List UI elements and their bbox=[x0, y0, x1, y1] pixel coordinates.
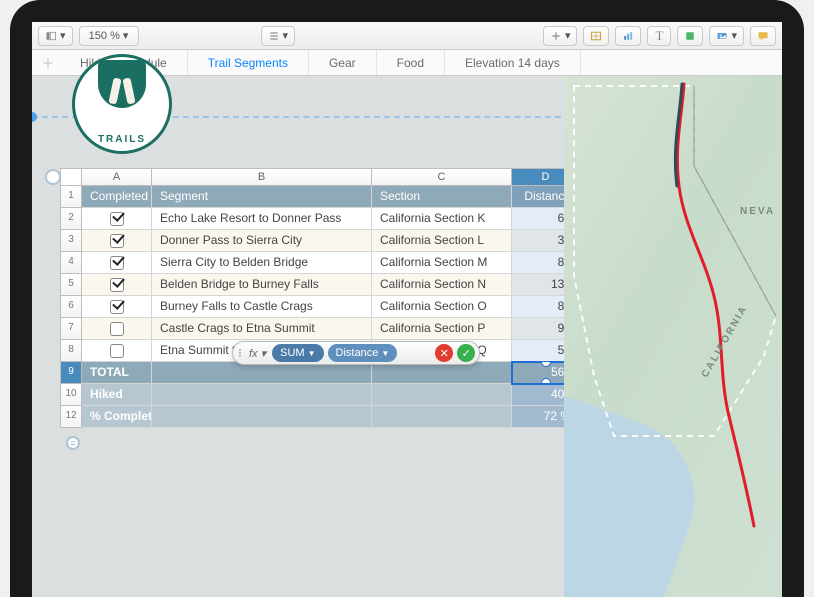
table-row: 3 Donner Pass to Sierra CityCalifornia Se… bbox=[60, 230, 582, 252]
cell-completed[interactable] bbox=[82, 318, 152, 340]
footer-row: 10Hiked406 bbox=[60, 384, 582, 406]
row-number[interactable]: 2 bbox=[60, 208, 82, 230]
cell-segment[interactable]: Castle Crags to Etna Summit bbox=[152, 318, 372, 340]
function-pill[interactable]: SUM▼ bbox=[272, 344, 323, 362]
argument-pill[interactable]: Distance▼ bbox=[328, 344, 398, 362]
cell-section[interactable]: California Section P bbox=[372, 318, 512, 340]
row-number[interactable]: 10 bbox=[60, 384, 82, 406]
footer-spacer[interactable] bbox=[372, 362, 512, 384]
footer-spacer[interactable] bbox=[372, 384, 512, 406]
footer-spacer[interactable] bbox=[152, 406, 372, 428]
sheet-tab-2[interactable]: Gear bbox=[309, 50, 377, 75]
list-style-button[interactable]: ▾ bbox=[261, 26, 296, 46]
checkbox-icon[interactable] bbox=[110, 278, 124, 292]
canvas: TRAILS A B C D 1 Completed Segment Secti… bbox=[32, 76, 782, 597]
row-number[interactable]: 7 bbox=[60, 318, 82, 340]
header-row: 1 Completed Segment Section Distance bbox=[60, 186, 582, 208]
toolbar: ▾ 150 % ▾ ▾ ▾ T ▾ bbox=[32, 22, 782, 50]
sheet-tab-1[interactable]: Trail Segments bbox=[188, 50, 309, 75]
cell-completed[interactable] bbox=[82, 340, 152, 362]
cell-section[interactable]: California Section M bbox=[372, 252, 512, 274]
shape-button[interactable] bbox=[677, 26, 703, 46]
table-row: 7 Castle Crags to Etna SummitCalifornia S… bbox=[60, 318, 582, 340]
trail-route-line bbox=[564, 76, 782, 536]
formula-editor[interactable]: fx ▾ SUM▼ Distance▼ ✕ ✓ bbox=[232, 341, 480, 365]
th-completed[interactable]: Completed bbox=[82, 186, 152, 208]
cell-completed[interactable] bbox=[82, 230, 152, 252]
column-header-row: A B C D bbox=[60, 168, 582, 186]
footer-spacer[interactable] bbox=[372, 406, 512, 428]
cell-segment[interactable]: Sierra City to Belden Bridge bbox=[152, 252, 372, 274]
checkbox-icon[interactable] bbox=[110, 234, 124, 248]
drag-grip-icon[interactable] bbox=[237, 349, 243, 357]
logo-text: TRAILS bbox=[98, 134, 146, 145]
footer-spacer[interactable] bbox=[152, 362, 372, 384]
cell-completed[interactable] bbox=[82, 274, 152, 296]
zoom-value: 150 % bbox=[89, 30, 120, 42]
trails-logo: TRAILS bbox=[72, 54, 172, 154]
cell-completed[interactable] bbox=[82, 208, 152, 230]
accept-formula-button[interactable]: ✓ bbox=[457, 344, 475, 362]
footer-row: 12% Completed72 % bbox=[60, 406, 582, 428]
row-number[interactable]: 5 bbox=[60, 274, 82, 296]
cancel-formula-button[interactable]: ✕ bbox=[435, 344, 453, 362]
cell-segment[interactable]: Donner Pass to Sierra City bbox=[152, 230, 372, 252]
media-button[interactable]: ▾ bbox=[709, 26, 744, 46]
col-header-b[interactable]: B bbox=[152, 168, 372, 186]
comment-button[interactable] bbox=[750, 26, 776, 46]
th-section[interactable]: Section bbox=[372, 186, 512, 208]
chart-button[interactable] bbox=[615, 26, 641, 46]
footer-spacer[interactable] bbox=[152, 384, 372, 406]
table-row: 5 Belden Bridge to Burney FallsCalifornia… bbox=[60, 274, 582, 296]
table-row: 2 Echo Lake Resort to Donner PassCaliforn… bbox=[60, 208, 582, 230]
col-header-a[interactable]: A bbox=[82, 168, 152, 186]
footer-label[interactable]: TOTAL bbox=[82, 362, 152, 384]
add-sheet-button[interactable]: ＋ bbox=[36, 50, 60, 75]
footer-label[interactable]: Hiked bbox=[82, 384, 152, 406]
cell-section[interactable]: California Section K bbox=[372, 208, 512, 230]
table-button[interactable] bbox=[583, 26, 609, 46]
row-number[interactable]: 8 bbox=[60, 340, 82, 362]
fx-menu[interactable]: fx ▾ bbox=[247, 347, 268, 360]
zoom-select[interactable]: 150 % ▾ bbox=[79, 26, 139, 46]
row-number[interactable]: 6 bbox=[60, 296, 82, 318]
cell-completed[interactable] bbox=[82, 296, 152, 318]
cell-segment[interactable]: Echo Lake Resort to Donner Pass bbox=[152, 208, 372, 230]
checkbox-icon[interactable] bbox=[110, 300, 124, 314]
col-header-c[interactable]: C bbox=[372, 168, 512, 186]
cell-section[interactable]: California Section N bbox=[372, 274, 512, 296]
california-map-image: CALIFORNIA NEVA bbox=[564, 76, 782, 597]
row-number[interactable]: 3 bbox=[60, 230, 82, 252]
view-menu-button[interactable]: ▾ bbox=[38, 26, 73, 46]
row-number[interactable]: 4 bbox=[60, 252, 82, 274]
label-nevada: NEVA bbox=[740, 206, 775, 217]
cell-segment[interactable]: Belden Bridge to Burney Falls bbox=[152, 274, 372, 296]
cell-section[interactable]: California Section L bbox=[372, 230, 512, 252]
row-number[interactable]: 12 bbox=[60, 406, 82, 428]
cell-section[interactable]: California Section O bbox=[372, 296, 512, 318]
sheet-tab-3[interactable]: Food bbox=[377, 50, 445, 75]
add-row-handle[interactable]: = bbox=[66, 436, 80, 450]
cell-segment[interactable]: Burney Falls to Castle Crags bbox=[152, 296, 372, 318]
text-button[interactable]: T bbox=[647, 26, 671, 46]
sheet-tab-4[interactable]: Elevation 14 days bbox=[445, 50, 581, 75]
th-segment[interactable]: Segment bbox=[152, 186, 372, 208]
table-row: 4 Sierra City to Belden BridgeCalifornia … bbox=[60, 252, 582, 274]
table-row: 6 Burney Falls to Castle CragsCalifornia … bbox=[60, 296, 582, 318]
checkbox-icon[interactable] bbox=[110, 344, 124, 358]
footer-label[interactable]: % Completed bbox=[82, 406, 152, 428]
row-number[interactable]: 9 bbox=[60, 362, 82, 384]
footer-row: 9TOTAL561 bbox=[60, 362, 582, 384]
cell-completed[interactable] bbox=[82, 252, 152, 274]
checkbox-icon[interactable] bbox=[110, 256, 124, 270]
row-number[interactable]: 1 bbox=[60, 186, 82, 208]
spreadsheet-table[interactable]: A B C D 1 Completed Segment Section Dist… bbox=[60, 168, 582, 428]
checkbox-icon[interactable] bbox=[110, 322, 124, 336]
insert-button[interactable]: ▾ bbox=[543, 26, 578, 46]
checkbox-icon[interactable] bbox=[110, 212, 124, 226]
select-all-corner[interactable] bbox=[60, 168, 82, 186]
